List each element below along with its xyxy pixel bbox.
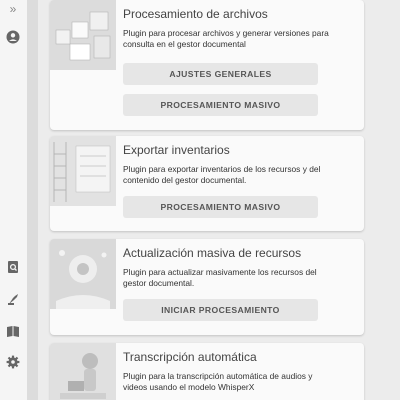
plugin-title: Transcripción automática	[123, 350, 257, 364]
plugin-thumbnail	[50, 0, 116, 70]
plugin-thumbnail	[50, 239, 116, 309]
plugin-title: Procesamiento de archivos	[123, 7, 268, 21]
plugin-title: Actualización masiva de recursos	[123, 246, 302, 260]
plugin-description: Plugin para actualizar masivamente los r…	[123, 267, 317, 288]
plugin-title: Exportar inventarios	[123, 143, 230, 157]
plugin-card-file-processing: Procesamiento de archivos Plugin para pr…	[50, 0, 364, 130]
left-navigation-rail: »	[0, 0, 27, 400]
plugin-list: Procesamiento de archivos Plugin para pr…	[38, 0, 400, 400]
plugin-thumbnail	[50, 136, 116, 206]
sidebar-divider	[27, 0, 38, 400]
plugin-description: Plugin para la transcripción automática …	[123, 371, 313, 392]
plugin-card-automatic-transcription: Transcripción automática Plugin para la …	[50, 343, 364, 400]
expand-glyph: »	[9, 2, 17, 16]
search-document-icon[interactable]	[4, 258, 22, 276]
plugin-thumbnail	[50, 343, 116, 400]
plugin-description: Plugin para procesar archivos y generar …	[123, 28, 329, 49]
book-icon[interactable]	[4, 322, 22, 340]
plugin-description: Plugin para exportar inventarios de los …	[123, 164, 321, 185]
start-processing-button[interactable]: INICIAR PROCESAMIENTO	[123, 299, 318, 321]
bulk-processing-button[interactable]: PROCESAMIENTO MASIVO	[123, 196, 318, 218]
tools-icon[interactable]	[4, 290, 22, 308]
settings-icon[interactable]	[4, 353, 22, 371]
plugin-card-export-inventories: Exportar inventarios Plugin para exporta…	[50, 136, 364, 231]
plugin-card-bulk-update: Actualización masiva de recursos Plugin …	[50, 239, 364, 335]
expand-sidebar-icon[interactable]: »	[4, 0, 22, 18]
account-icon[interactable]	[4, 28, 22, 46]
general-settings-button[interactable]: AJUSTES GENERALES	[123, 63, 318, 85]
bulk-processing-button[interactable]: PROCESAMIENTO MASIVO	[123, 94, 318, 116]
